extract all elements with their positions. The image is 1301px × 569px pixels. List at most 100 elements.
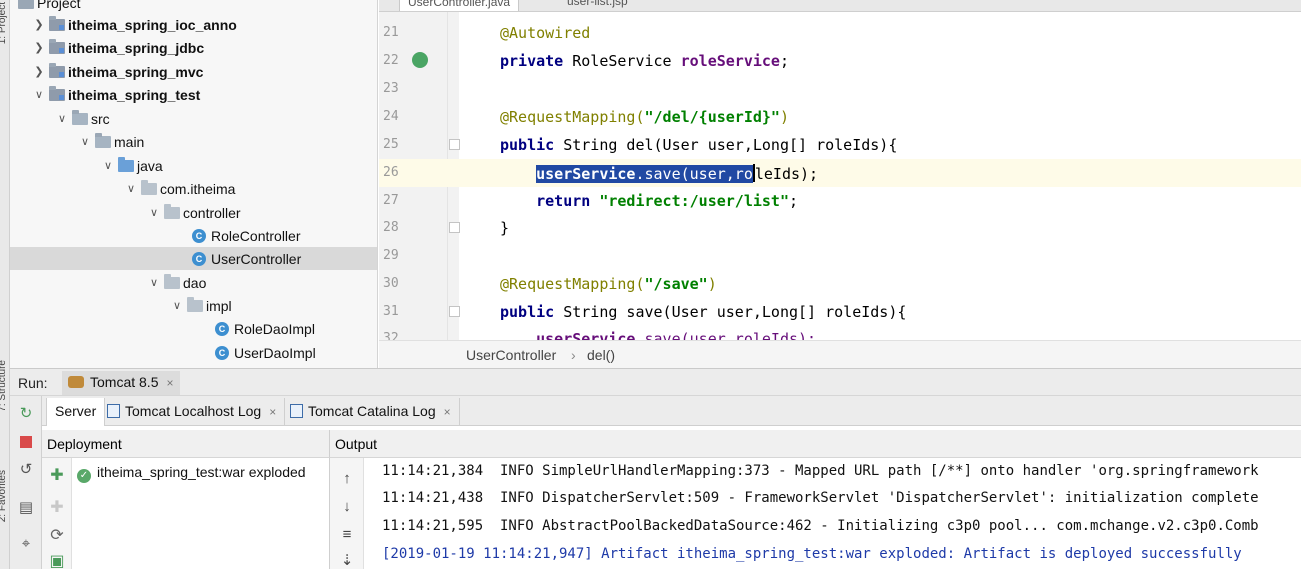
undeploy-icon[interactable]: ✚ <box>49 500 65 516</box>
code-line-28[interactable]: 28 } <box>379 214 1301 242</box>
tree-item-label: com.itheima <box>160 180 236 197</box>
tree-item-itheima-spring-mvc[interactable]: ❯ itheima_spring_mvc <box>10 60 377 83</box>
tab-label: Tomcat Localhost Log <box>125 403 262 419</box>
tree-item-itheima-spring-jdbc[interactable]: ❯ itheima_spring_jdbc <box>10 36 377 59</box>
spring-bean-icon[interactable] <box>412 52 428 68</box>
tree-item-label: UserDaoImpl <box>234 344 316 361</box>
code-line-32[interactable]: 32 userService.save(user,roleIds); <box>379 325 1301 340</box>
tab-user-list-jsp[interactable]: user-list.jsp <box>559 0 636 11</box>
fold-marker-icon[interactable] <box>449 139 460 150</box>
tab-tomcat-localhost-log[interactable]: Tomcat Localhost Log × <box>99 398 286 426</box>
rerun-icon[interactable]: ↻ <box>18 406 34 422</box>
tree-item-label: src <box>91 110 110 127</box>
chevron-down-icon[interactable]: ∨ <box>170 299 184 312</box>
tree-item-rolecontroller[interactable]: C RoleController <box>10 224 377 247</box>
chevron-down-icon[interactable]: ∨ <box>101 159 115 172</box>
fold-marker-icon[interactable] <box>449 306 460 317</box>
tree-item-label: dao <box>183 274 207 291</box>
console-output[interactable]: 11:14:21,384 INFO SimpleUrlHandlerMappin… <box>364 458 1301 569</box>
code-line-23[interactable]: 23 <box>379 75 1301 103</box>
code-editor[interactable]: UserController.java user-list.jsp 21 @Au… <box>379 0 1301 340</box>
keyword: private <box>500 52 564 70</box>
tree-item-controller[interactable]: ∨ controller <box>10 201 377 224</box>
tree-item-main[interactable]: ∨ main <box>10 130 377 153</box>
tomcat-icon <box>68 376 84 388</box>
deploy-icon[interactable]: ✚ <box>49 468 65 484</box>
breadcrumb-class[interactable]: UserController <box>466 347 556 363</box>
tree-item-java[interactable]: ∨ java <box>10 154 377 177</box>
package-icon <box>141 179 157 195</box>
fold-marker-icon[interactable] <box>449 222 460 233</box>
tree-item-roledaoimpl[interactable]: C RoleDaoImpl <box>10 317 377 340</box>
tree-item-usercontroller[interactable]: C UserController <box>10 247 377 270</box>
tree-item-itheima-spring-ioc-anno[interactable]: ❯ itheima_spring_ioc_anno <box>10 13 377 36</box>
tab-tomcat-catalina-log[interactable]: Tomcat Catalina Log × <box>282 398 460 426</box>
project-tool-label[interactable]: 1: Project <box>0 2 8 44</box>
favorites-tool-label[interactable]: 2: Favorites <box>0 470 8 522</box>
breadcrumb-method[interactable]: del() <box>587 347 615 363</box>
chevron-right-icon[interactable]: ❯ <box>32 41 46 54</box>
structure-tool-label[interactable]: 7: Structure <box>0 360 8 412</box>
close-icon[interactable]: × <box>444 405 451 419</box>
tab-label: Tomcat Catalina Log <box>308 403 436 419</box>
chevron-right-icon[interactable]: ❯ <box>32 18 46 31</box>
tree-item-itheima-spring-test[interactable]: ∨ itheima_spring_test <box>10 83 377 106</box>
chevron-down-icon[interactable]: ∨ <box>78 135 92 148</box>
tree-item-userdaoimpl[interactable]: C UserDaoImpl <box>10 341 377 364</box>
chevron-down-icon[interactable]: ∨ <box>55 112 69 125</box>
chevron-down-icon[interactable]: ∨ <box>147 276 161 289</box>
field-name: userService <box>536 165 636 183</box>
code-line-22[interactable]: 22 private RoleService roleService; <box>379 47 1301 75</box>
artifact-icon[interactable]: ▣ <box>49 554 65 569</box>
tree-item-label: itheima_spring_test <box>68 86 201 103</box>
tab-usercontroller-java[interactable]: UserController.java <box>399 0 520 11</box>
left-tool-strip: 1: Project 7: Structure 2: Favorites <box>0 0 10 569</box>
code-line-26[interactable]: 26 userService.save(user,ro leIds); <box>379 159 1301 187</box>
chevron-down-icon[interactable]: ∨ <box>32 88 46 101</box>
code-line-24[interactable]: 24 @RequestMapping("/del/{userId}") <box>379 103 1301 131</box>
code-line-25[interactable]: 25 public String del(User user,Long[] ro… <box>379 131 1301 159</box>
code-line-29[interactable]: 29 <box>379 242 1301 270</box>
code-line-27[interactable]: 27 return "redirect:/user/list"; <box>379 187 1301 215</box>
line-number: 23 <box>383 81 399 96</box>
breadcrumb-separator: › <box>571 347 576 363</box>
field-name: roleService <box>680 52 780 70</box>
pin-icon[interactable]: ⌖ <box>18 536 34 552</box>
artifact-row[interactable]: ✓ itheima_spring_test:war exploded <box>77 464 306 483</box>
annotation-text: @RequestMapping( <box>500 108 645 126</box>
tree-item-label: main <box>114 133 145 150</box>
layout-icon[interactable]: ▤ <box>18 500 34 516</box>
tree-item-com-itheima[interactable]: ∨ com.itheima <box>10 177 377 200</box>
close-icon[interactable]: × <box>166 376 173 390</box>
soft-wrap-icon[interactable]: ≡ <box>339 526 355 544</box>
tree-item-src[interactable]: ∨ src <box>10 107 377 130</box>
run-config-tab[interactable]: Tomcat 8.5 × <box>62 371 180 395</box>
artifact-label: itheima_spring_test:war exploded <box>97 464 306 480</box>
close-icon[interactable]: × <box>269 405 276 419</box>
code-line-21[interactable]: 21 @Autowired <box>379 19 1301 47</box>
tree-item-label: itheima_spring_ioc_anno <box>68 16 237 33</box>
tree-item-dao[interactable]: ∨ dao <box>10 271 377 294</box>
tab-server[interactable]: Server <box>46 398 106 426</box>
arrow-down-icon[interactable]: ↓ <box>339 498 355 516</box>
line-number: 24 <box>383 109 399 124</box>
arrow-up-icon[interactable]: ↑ <box>339 470 355 488</box>
code-line-31[interactable]: 31 public String save(User user,Long[] r… <box>379 298 1301 326</box>
chevron-right-icon[interactable]: ❯ <box>32 65 46 78</box>
line-number: 30 <box>383 276 399 291</box>
scroll-to-end-icon[interactable]: ⇣ <box>339 552 355 569</box>
annotation-text: @RequestMapping( <box>500 275 645 293</box>
chevron-down-icon[interactable]: ∨ <box>147 206 161 219</box>
stop-icon[interactable] <box>18 436 34 452</box>
tree-item-impl[interactable]: ∨ impl <box>10 294 377 317</box>
method-signature: String save(User user,Long[] roleIds){ <box>554 303 907 321</box>
redeploy-icon[interactable]: ⟳ <box>49 528 65 544</box>
tree-item-label: java <box>137 157 163 174</box>
chevron-down-icon[interactable]: ∨ <box>124 182 138 195</box>
code-line-30[interactable]: 30 @RequestMapping("/save") <box>379 270 1301 298</box>
keyword: public <box>500 303 555 321</box>
line-number: 22 <box>383 53 399 68</box>
folder-icon <box>72 109 88 125</box>
class-icon: C <box>215 321 229 336</box>
update-icon[interactable]: ↺ <box>18 462 34 478</box>
